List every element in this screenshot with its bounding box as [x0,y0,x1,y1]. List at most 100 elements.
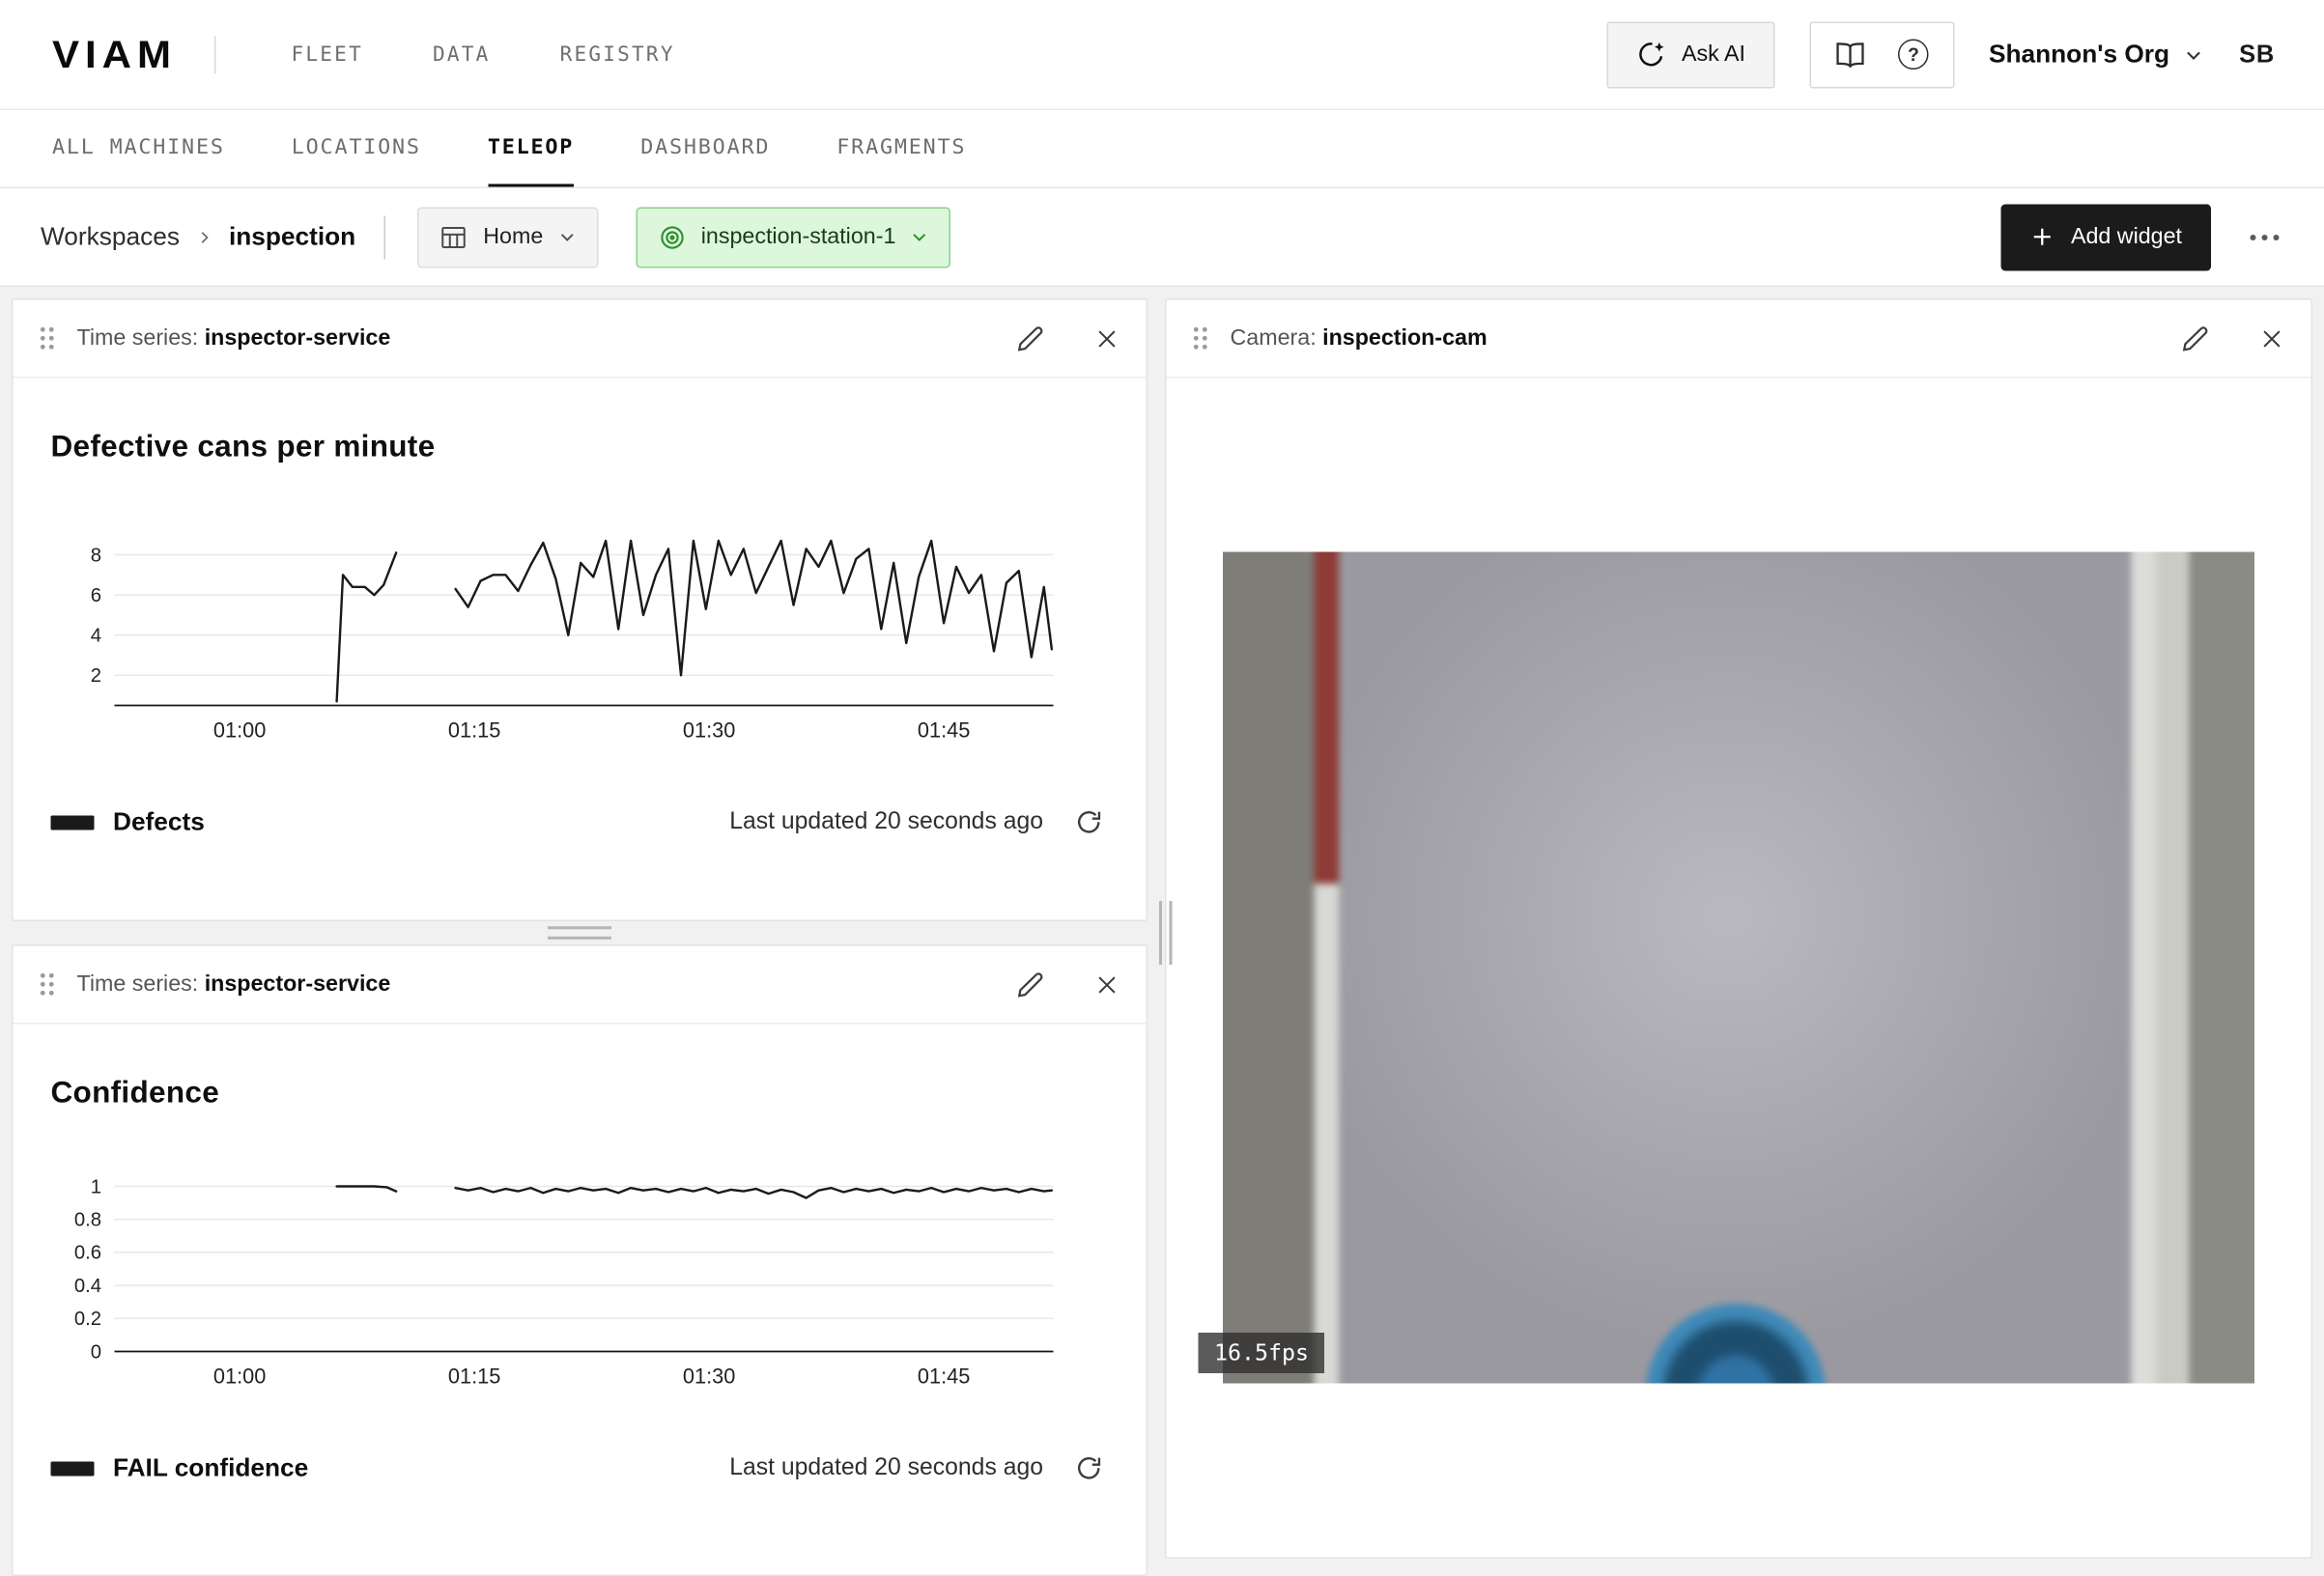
legend-swatch [51,1461,95,1476]
widget-title: Time series: inspector-service [77,971,391,998]
breadcrumb-workspaces[interactable]: Workspaces [41,222,180,253]
ask-ai-button[interactable]: Ask AI [1606,21,1774,88]
refresh-icon [1075,1454,1103,1482]
tab-all-machines[interactable]: ALL MACHINES [52,110,225,187]
grid-icon [439,222,468,251]
help-button-group: ? [1809,21,1954,88]
drag-handle-icon[interactable] [40,326,56,352]
svg-text:1: 1 [91,1176,101,1197]
tab-teleop[interactable]: TELEOP [488,110,574,187]
drag-handle-icon[interactable] [1193,326,1209,352]
refresh-button[interactable] [1075,1454,1103,1482]
widget-header: Time series: inspector-service [14,946,1147,1025]
close-icon [1094,325,1120,352]
breadcrumb-divider [384,215,386,259]
confidence-line-chart: 00.20.40.60.8101:0001:1501:3001:45 [51,1161,1065,1393]
more-options-button[interactable] [2246,224,2283,250]
machine-selector-label: inspection-station-1 [701,224,896,250]
last-updated-text: Last updated 20 seconds ago [729,808,1043,836]
docs-button[interactable] [1818,25,1882,83]
nav-item-data[interactable]: DATA [433,42,491,66]
plus-icon [2030,225,2055,250]
tab-locations[interactable]: LOCATIONS [292,110,421,187]
legend-label: FAIL confidence [113,1453,308,1484]
resize-handle-vertical[interactable] [1159,901,1173,965]
chart-legend: FAIL confidence [51,1453,309,1484]
chart-legend: Defects [51,807,205,838]
svg-text:6: 6 [91,585,101,606]
svg-text:01:00: 01:00 [213,718,266,743]
svg-text:0.6: 0.6 [74,1243,101,1264]
drag-handle-icon[interactable] [40,972,56,998]
pencil-icon [2181,324,2210,352]
widget-grid: Time series: inspector-service [0,287,2324,1576]
org-selector[interactable]: Shannon's Org [1989,40,2204,70]
viam-logo: VIAM [52,32,177,76]
can-object [1645,1304,1825,1384]
row-resize-region [12,921,1148,944]
workspace-selector[interactable]: Home [418,207,599,267]
left-column: Time series: inspector-service [12,298,1148,1576]
widget-timeseries-defects: Time series: inspector-service [12,298,1148,921]
add-widget-button[interactable]: Add widget [2001,204,2211,270]
chevron-down-icon [2184,44,2204,65]
widget-title: Time series: inspector-service [77,325,391,352]
org-name: Shannon's Org [1989,40,2169,70]
add-widget-label: Add widget [2071,224,2182,250]
close-icon [1094,971,1120,998]
chart-title: Defective cans per minute [51,431,1109,465]
workspace-toolbar: Workspaces inspection Home [0,188,2324,287]
last-updated-text: Last updated 20 seconds ago [729,1454,1043,1482]
breadcrumb: Workspaces inspection [41,215,386,259]
svg-text:01:15: 01:15 [448,1365,500,1389]
machine-selector[interactable]: inspection-station-1 [636,207,950,267]
ask-ai-icon [1635,40,1666,70]
fps-badge: 16.5fps [1199,1333,1325,1373]
close-icon [2259,325,2285,352]
section-tabs: ALL MACHINES LOCATIONS TELEOP DASHBOARD … [0,110,2324,188]
question-icon: ? [1898,40,1929,70]
last-updated: Last updated 20 seconds ago [729,1454,1102,1482]
svg-text:2: 2 [91,665,101,687]
edit-widget-button[interactable] [1016,324,1045,352]
svg-text:0.8: 0.8 [74,1209,101,1230]
nav-item-fleet[interactable]: FLEET [292,42,363,66]
close-widget-button[interactable] [2259,325,2285,352]
chevron-right-icon [195,228,213,245]
svg-text:0.4: 0.4 [74,1276,101,1297]
edit-widget-button[interactable] [2181,324,2210,352]
pencil-icon [1016,324,1045,352]
legend-swatch [51,815,95,830]
close-widget-button[interactable] [1094,325,1120,352]
edit-widget-button[interactable] [1016,970,1045,999]
resize-handle-horizontal[interactable] [548,926,611,940]
pencil-icon [1016,970,1045,999]
last-updated: Last updated 20 seconds ago [729,808,1102,836]
svg-text:4: 4 [91,626,101,647]
widget-actions [2181,324,2285,352]
app-root: VIAM FLEET DATA REGISTRY Ask AI [0,0,2324,1576]
user-avatar[interactable]: SB [2239,40,2275,69]
defects-line-chart: 246801:0001:1501:3001:45 [51,515,1065,746]
widget-header: Time series: inspector-service [14,300,1147,379]
toolbar-right: Add widget [2001,204,2283,270]
tab-dashboard[interactable]: DASHBOARD [640,110,770,187]
nav-item-registry[interactable]: REGISTRY [560,42,675,66]
widget-body: Confidence 00.20.40.60.8101:0001:1501:30… [14,1025,1147,1575]
svg-text:8: 8 [91,545,101,566]
breadcrumb-current[interactable]: inspection [229,222,355,253]
target-icon [658,222,687,251]
widget-service-name: inspector-service [205,325,391,351]
tab-fragments[interactable]: FRAGMENTS [836,110,966,187]
widget-title: Camera: inspection-cam [1231,325,1488,352]
widget-body: Defective cans per minute 246801:0001:15… [14,379,1147,920]
refresh-button[interactable] [1075,808,1103,836]
camera-feed: 16.5fps [1223,552,2254,1384]
help-button[interactable]: ? [1882,25,1945,83]
close-widget-button[interactable] [1094,971,1120,998]
workspace-selector-label: Home [483,224,543,250]
chevron-down-icon [557,228,577,247]
svg-text:0.2: 0.2 [74,1309,101,1330]
refresh-icon [1075,808,1103,836]
svg-text:01:00: 01:00 [213,1365,266,1389]
